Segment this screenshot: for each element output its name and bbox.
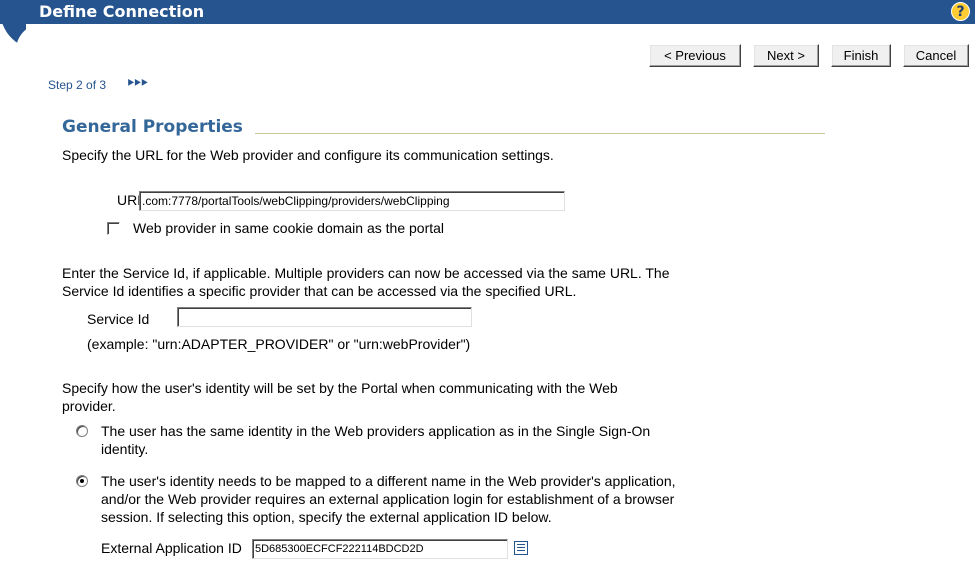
step-indicator: Step 2 of 3 — [48, 78, 107, 92]
service-id-intro-line2: Service Id identifies a specific provide… — [62, 283, 577, 299]
page-title: Define Connection — [39, 2, 205, 21]
same-identity-label-line2: identity. — [101, 441, 149, 457]
header-curve-decoration — [0, 24, 26, 50]
identity-intro-line1: Specify how the user's identity will be … — [62, 380, 618, 396]
service-id-example: (example: "urn:ADAPTER_PROVIDER" or "urn… — [87, 336, 471, 352]
mapped-identity-label-line3: session. If selecting this option, speci… — [101, 509, 552, 525]
list-of-values-icon[interactable] — [514, 541, 528, 555]
external-app-id-label: External Application ID — [101, 540, 242, 556]
mapped-identity-label-line1: The user's identity needs to be mapped t… — [101, 473, 676, 489]
service-id-input[interactable] — [177, 307, 472, 327]
cancel-button[interactable]: Cancel — [903, 44, 969, 67]
service-id-label: Service Id — [87, 311, 150, 327]
section-title: General Properties — [62, 117, 243, 137]
section-divider — [255, 133, 825, 134]
step-arrows-icon: ⯈⯈⯈ — [126, 78, 148, 90]
cookie-domain-label: Web provider in same cookie domain as th… — [133, 220, 445, 236]
previous-button[interactable]: < Previous — [649, 44, 741, 67]
cookie-domain-checkbox[interactable] — [107, 222, 120, 235]
url-input[interactable] — [139, 191, 565, 211]
external-app-id-input[interactable] — [252, 539, 508, 559]
identity-intro-line2: provider. — [62, 398, 116, 414]
section-intro: Specify the URL for the Web provider and… — [62, 147, 554, 163]
help-icon[interactable]: ? — [951, 2, 970, 21]
same-identity-radio[interactable] — [76, 425, 88, 437]
service-id-intro-line1: Enter the Service Id, if applicable. Mul… — [62, 265, 670, 281]
next-button[interactable]: Next > — [753, 44, 819, 67]
mapped-identity-radio[interactable] — [76, 475, 88, 487]
finish-button[interactable]: Finish — [831, 44, 891, 67]
mapped-identity-label-line2: and/or the Web provider requires an exte… — [101, 491, 675, 507]
radio-selected-dot — [80, 479, 84, 483]
same-identity-label-line1: The user has the same identity in the We… — [101, 423, 651, 439]
